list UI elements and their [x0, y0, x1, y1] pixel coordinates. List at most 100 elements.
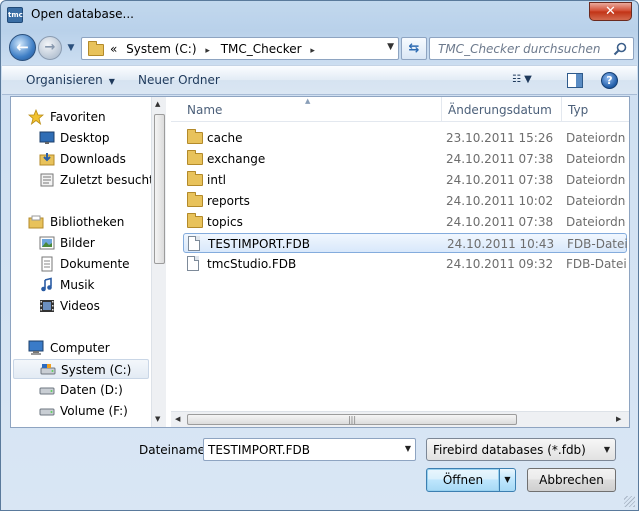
new-folder-button[interactable]: Neuer Ordner: [138, 73, 220, 87]
row-name: intl: [207, 173, 226, 187]
file-type-value: Firebird databases (*.fdb): [433, 443, 586, 457]
nav-item-desktop[interactable]: Desktop: [11, 128, 151, 148]
nav-label: Bibliotheken: [50, 215, 125, 229]
nav-label: Favoriten: [50, 110, 106, 124]
forward-button[interactable]: →: [38, 36, 62, 60]
column-header: ▲ Name Änderungsdatum Typ: [171, 97, 629, 122]
command-bar: Organisieren ▼ Neuer Ordner ☷ ▼ ?: [2, 65, 637, 95]
refresh-button[interactable]: ⇆: [401, 37, 427, 60]
scroll-left-icon[interactable]: ◀: [175, 415, 180, 423]
nav-libraries[interactable]: Bibliotheken: [11, 212, 151, 232]
nav-favorites[interactable]: Favoriten: [11, 107, 151, 127]
nav-item-recent[interactable]: Zuletzt besucht: [11, 170, 154, 190]
window-title: Open database...: [31, 7, 134, 21]
row-date: 24.10.2011 09:32: [446, 257, 554, 271]
table-row[interactable]: intl 24.10.2011 07:38 Dateiordner: [183, 170, 627, 190]
navigation-bar: ← → ▼ « System (C:) ▸ TMC_Checker ▸ ▼ ⇆ …: [9, 33, 634, 61]
nav-item-music[interactable]: Musik: [11, 275, 151, 295]
folder-icon: [88, 41, 104, 56]
search-input[interactable]: TMC_Checker durchsuchen: [429, 37, 634, 60]
chevron-down-icon[interactable]: ▼: [405, 444, 411, 453]
open-options-dropdown[interactable]: ▼: [499, 468, 516, 492]
breadcrumb-tmc-checker[interactable]: TMC_Checker: [221, 42, 302, 56]
h-scroll-thumb[interactable]: |||: [187, 414, 517, 425]
row-type: Dateiordner: [566, 215, 626, 229]
row-name: topics: [207, 215, 243, 229]
row-type: FDB-Datei: [567, 237, 627, 251]
column-type[interactable]: Typ: [568, 103, 588, 117]
folder-icon: [187, 192, 203, 207]
resize-grip[interactable]: [624, 496, 635, 507]
close-button[interactable]: ✕: [589, 2, 632, 21]
browser-content: Favoriten Desktop Downloads Zuletzt besu…: [10, 96, 630, 428]
nav-item-partial[interactable]: [11, 422, 151, 427]
row-name: TESTIMPORT.FDB: [208, 237, 310, 251]
open-button[interactable]: Öffnen: [426, 468, 500, 492]
nav-scrollbar[interactable]: ▲ ▼: [151, 97, 166, 427]
title-bar[interactable]: tmc Open database... ✕: [1, 1, 638, 29]
nav-scroll-thumb[interactable]: [154, 114, 165, 264]
cancel-button[interactable]: Abbrechen: [527, 468, 616, 492]
recent-locations-dropdown[interactable]: ▼: [64, 41, 78, 55]
address-bar[interactable]: « System (C:) ▸ TMC_Checker ▸ ▼: [81, 37, 399, 60]
organize-label: Organisieren: [26, 73, 103, 87]
nav-item-documents[interactable]: Dokumente: [11, 254, 151, 274]
table-row[interactable]: topics 24.10.2011 07:38 Dateiordner: [183, 212, 627, 232]
nav-item-pictures[interactable]: Bilder: [11, 233, 151, 253]
nav-label: Musik: [60, 278, 95, 292]
file-icon: [188, 236, 200, 251]
table-row[interactable]: cache 23.10.2011 15:26 Dateiordner: [183, 128, 627, 148]
computer-icon: [28, 340, 44, 355]
chevron-down-icon: ▼: [108, 77, 115, 86]
nav-item-downloads[interactable]: Downloads: [11, 149, 151, 169]
column-date[interactable]: Änderungsdatum: [448, 103, 552, 117]
breadcrumb: « System (C:) ▸ TMC_Checker ▸: [110, 42, 322, 56]
nav-label: Dokumente: [60, 257, 130, 271]
row-type: Dateiordner: [566, 173, 626, 187]
filename-input[interactable]: [206, 441, 396, 458]
column-divider[interactable]: [441, 97, 442, 122]
view-options-button[interactable]: ☷ ▼: [512, 74, 546, 90]
nav-item-volume-f[interactable]: Volume (F:): [11, 401, 151, 421]
scroll-right-icon[interactable]: ▶: [616, 415, 621, 423]
table-row[interactable]: exchange 24.10.2011 07:38 Dateiordner: [183, 149, 627, 169]
nav-item-data-d[interactable]: Daten (D:): [11, 380, 151, 400]
chevron-right-icon[interactable]: ▸: [205, 46, 210, 56]
row-type: Dateiordner: [566, 152, 626, 166]
column-divider[interactable]: [561, 97, 562, 122]
table-row[interactable]: TESTIMPORT.FDB 24.10.2011 10:43 FDB-Datei: [183, 233, 627, 253]
scroll-up-icon[interactable]: ▲: [155, 100, 160, 108]
drive-icon: [40, 364, 56, 375]
chevron-down-icon[interactable]: ▼: [387, 42, 394, 52]
address-prefix[interactable]: «: [110, 42, 117, 56]
row-name: exchange: [207, 152, 266, 166]
row-date: 24.10.2011 10:43: [447, 237, 555, 251]
drive-icon: [39, 387, 55, 395]
filename-label: Dateiname:: [139, 443, 210, 457]
chevron-right-icon[interactable]: ▸: [310, 46, 315, 56]
nav-computer[interactable]: Computer: [11, 338, 151, 358]
file-type-filter[interactable]: Firebird databases (*.fdb) ▼: [426, 438, 616, 461]
chevron-down-icon[interactable]: ▼: [604, 445, 610, 454]
nav-label: Daten (D:): [60, 383, 123, 397]
filename-combobox[interactable]: ▼: [203, 438, 416, 461]
nav-item-system-c[interactable]: System (C:): [13, 359, 149, 379]
nav-label: Volume (F:): [60, 404, 128, 418]
preview-pane-icon[interactable]: [567, 73, 583, 88]
horizontal-scrollbar[interactable]: ◀ ||| ▶: [171, 411, 629, 427]
table-row[interactable]: reports 24.10.2011 10:02 Dateiordner: [183, 191, 627, 211]
nav-item-videos[interactable]: Videos: [11, 296, 151, 316]
help-button[interactable]: ?: [601, 72, 618, 89]
scroll-down-icon[interactable]: ▼: [155, 415, 160, 423]
back-button[interactable]: ←: [9, 34, 36, 61]
row-date: 24.10.2011 07:38: [446, 152, 554, 166]
organize-button[interactable]: Organisieren ▼: [26, 73, 115, 87]
breadcrumb-system-c[interactable]: System (C:): [126, 42, 196, 56]
nav-label: Computer: [50, 341, 110, 355]
nav-label: Desktop: [60, 131, 110, 145]
column-name[interactable]: Name: [187, 103, 222, 117]
table-row[interactable]: tmcStudio.FDB 24.10.2011 09:32 FDB-Datei: [183, 254, 627, 274]
search-icon[interactable]: [612, 41, 628, 57]
folder-icon: [187, 171, 203, 186]
libraries-icon: [28, 215, 44, 229]
